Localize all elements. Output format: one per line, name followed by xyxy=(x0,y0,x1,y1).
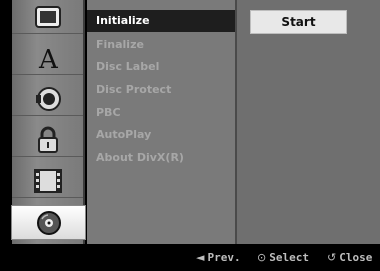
menu-item-initialize[interactable]: Initialize xyxy=(87,10,235,32)
film-record-icon xyxy=(32,167,64,195)
return-icon: ↺ xyxy=(327,251,337,264)
tile-record[interactable] xyxy=(12,164,83,198)
tile-disc[interactable] xyxy=(11,205,86,240)
menu-item-disc-label[interactable]: Disc Label xyxy=(87,56,235,78)
tv-screen-icon xyxy=(33,4,63,30)
menu-item-autoplay[interactable]: AutoPlay xyxy=(87,124,235,146)
hint-prev-label: Prev. xyxy=(207,251,241,264)
menu-item-finalize[interactable]: Finalize xyxy=(87,34,235,56)
category-icon-column: A xyxy=(11,0,86,244)
hint-select[interactable]: ⊙ Select xyxy=(257,251,309,264)
tile-tv[interactable] xyxy=(12,0,83,34)
hint-close-label: Close xyxy=(339,251,373,264)
navigation-hint-bar: ◄ Prev. ⊙ Select ↺ Close xyxy=(0,244,380,271)
left-arrow-icon: ◄ xyxy=(196,251,205,264)
menu-item-pbc[interactable]: PBC xyxy=(87,102,235,124)
menu-item-about-divx[interactable]: About DivX(R) xyxy=(87,147,235,169)
disc-setup-menu-screen: A Initialize Finalize Disc Label Disc Pr… xyxy=(0,0,380,271)
tile-audio[interactable] xyxy=(12,82,83,116)
option-panel: Start xyxy=(237,0,380,244)
hint-close[interactable]: ↺ Close xyxy=(327,251,372,264)
tile-lock[interactable] xyxy=(12,123,83,157)
hint-prev[interactable]: ◄ Prev. xyxy=(196,251,241,264)
svg-text:A: A xyxy=(38,45,59,73)
enter-button-icon: ⊙ xyxy=(257,251,267,264)
menu-item-disc-protect[interactable]: Disc Protect xyxy=(87,79,235,101)
language-a-icon: A xyxy=(33,43,63,73)
start-button[interactable]: Start xyxy=(250,10,347,34)
speaker-audio-icon xyxy=(33,84,63,114)
disc-icon xyxy=(34,209,64,237)
tile-language[interactable]: A xyxy=(12,41,83,75)
hint-select-label: Select xyxy=(269,251,309,264)
lock-icon xyxy=(33,125,63,155)
disc-menu-list: Initialize Finalize Disc Label Disc Prot… xyxy=(87,0,237,244)
